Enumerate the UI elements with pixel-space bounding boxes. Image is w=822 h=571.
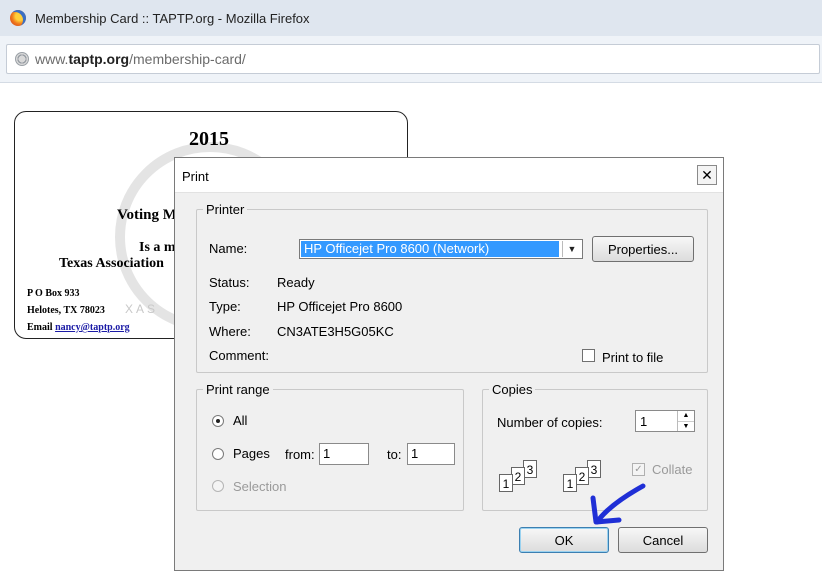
print-range-group: Print range All Pages from: 1 to: 1 Sele… [196,382,464,511]
properties-button[interactable]: Properties... [592,236,694,262]
where-value: CN3ATE3H5G05KC [277,324,394,339]
pages-from-input[interactable]: 1 [319,443,369,465]
spin-down-icon[interactable]: ▼ [678,422,694,432]
pages-radio[interactable] [212,448,224,460]
comment-label: Comment: [209,348,269,363]
printer-legend: Printer [203,202,248,217]
print-to-file-checkbox[interactable] [582,349,595,362]
selection-radio[interactable] [212,480,224,492]
collate-page-3-icon: 3 [523,460,537,478]
annotation-arrow-icon [590,483,646,525]
from-label: from: [285,447,315,462]
spin-up-icon[interactable]: ▲ [678,411,694,422]
card-address-line1: P O Box 933 [27,288,80,299]
chevron-down-icon[interactable]: ▼ [562,241,581,257]
card-email-line: Email nancy@taptp.org [27,322,130,333]
watermark-text: XAS [125,302,159,316]
card-address-line2: Helotes, TX 78023 [27,305,105,316]
printer-name-label: Name: [209,241,248,256]
card-voting-member: Voting M [117,207,177,223]
collate-page-1-icon: 1 [499,474,513,492]
card-year: 2015 [189,128,229,150]
selection-label[interactable]: Selection [233,479,286,494]
where-label: Where: [209,324,251,339]
print-to-file-label[interactable]: Print to file [602,350,663,365]
type-label: Type: [209,299,241,314]
card-email-label: Email [27,322,53,333]
copies-legend: Copies [489,382,536,397]
card-association: Texas Association [59,256,164,271]
to-label: to: [387,447,402,462]
ok-button[interactable]: OK [519,527,609,553]
browser-title-bar: Membership Card :: TAPTP.org - Mozilla F… [0,0,822,36]
cancel-button[interactable]: Cancel [618,527,708,553]
copies-spinner[interactable]: 1 ▲ ▼ [635,410,695,432]
globe-icon [15,52,29,66]
pages-to-input[interactable]: 1 [407,443,455,465]
navigation-toolbar: www.taptp.org/membership-card/ [0,36,822,83]
printer-group: Printer Name: HP Officejet Pro 8600 (Net… [196,202,708,373]
collate-label[interactable]: Collate [652,462,692,477]
number-of-copies-label: Number of copies: [497,415,603,430]
firefox-logo-icon [10,10,26,26]
print-range-legend: Print range [203,382,273,397]
window-title: Membership Card :: TAPTP.org - Mozilla F… [35,10,310,26]
status-value: Ready [277,275,315,290]
dialog-title-bar: Print ✕ [175,158,723,193]
copies-value: 1 [640,414,648,429]
type-value: HP Officejet Pro 8600 [277,299,403,314]
card-email-link[interactable]: nancy@taptp.org [55,322,130,333]
collate-page-3b-icon: 3 [587,460,601,478]
address-url[interactable]: www.taptp.org/membership-card/ [35,51,246,67]
collate-page-1b-icon: 1 [563,474,577,492]
pages-label[interactable]: Pages [233,446,270,461]
status-label: Status: [209,275,250,290]
collate-page-2-icon: 2 [511,467,525,485]
collate-checkbox[interactable]: ✓ [632,463,645,476]
printer-name-select[interactable]: HP Officejet Pro 8600 (Network) ▼ [299,239,583,259]
printer-name-value: HP Officejet Pro 8600 (Network) [301,241,559,257]
dialog-title: Print [182,169,209,184]
close-button[interactable]: ✕ [697,165,717,185]
all-label[interactable]: All [233,413,247,428]
all-radio[interactable] [212,415,224,427]
address-bar[interactable]: www.taptp.org/membership-card/ [6,44,820,74]
